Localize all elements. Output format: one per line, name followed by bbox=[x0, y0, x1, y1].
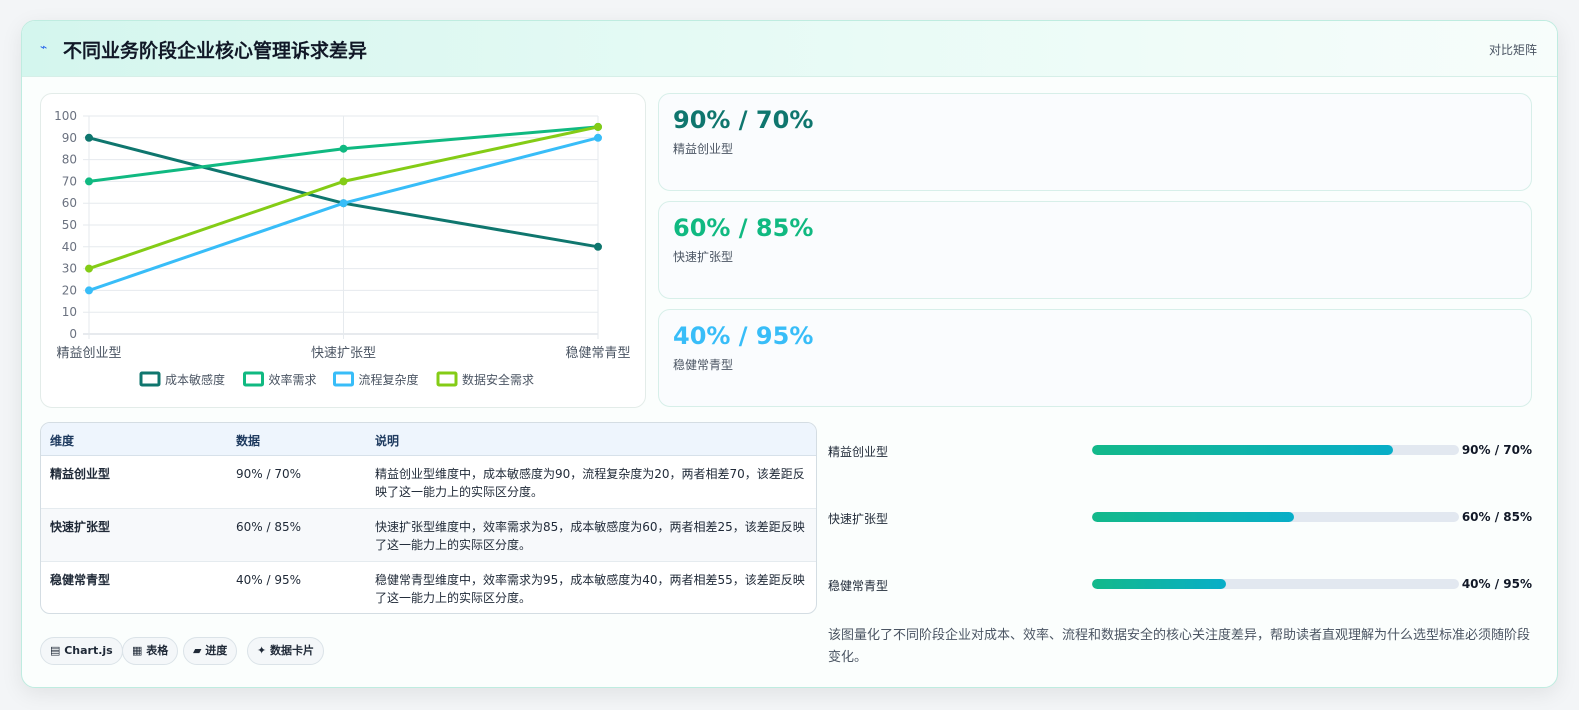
table-cell: 精益创业型维度中，成本敏感度为90，流程复杂度为20，两者相差70，该差距反映了… bbox=[375, 467, 805, 499]
chip-progress[interactable]: ▰ 进度 bbox=[183, 637, 238, 665]
line-chart: 0 10 20 30 40 50 60 70 80 90 100 精益创业型 快速扩张型 稳健常青型成本敏… bbox=[40, 93, 646, 408]
progress-value: 40% / 95% bbox=[1461, 577, 1532, 591]
data-point bbox=[594, 133, 602, 142]
progress-label: 精益创业型 bbox=[828, 445, 889, 459]
progress-value: 60% / 85% bbox=[1461, 510, 1532, 524]
stat-label: 稳健常青型 bbox=[673, 358, 734, 372]
y-tick-label: 20 bbox=[62, 283, 77, 297]
progress-track bbox=[1092, 445, 1459, 455]
y-tick-label: 30 bbox=[62, 262, 77, 276]
x-tick-label: 精益创业型 bbox=[56, 346, 121, 361]
matrix-card: ⌁ 不同业务阶段企业核心管理诉求差异 对比矩阵 0 10 20 30 40 50 60 70 8… bbox=[21, 20, 1558, 688]
progress-row: 稳健常青型 40% / 95% bbox=[828, 575, 1532, 595]
legend-swatch bbox=[333, 371, 354, 387]
x-tick-label: 稳健常青型 bbox=[565, 345, 630, 361]
chip-chartjs[interactable]: ▤ Chart.js bbox=[40, 637, 123, 665]
data-point bbox=[85, 177, 93, 186]
progress-row: 精益创业型 90% / 70% bbox=[828, 441, 1532, 461]
matrix-tag: 对比矩阵 bbox=[1488, 43, 1537, 57]
table-cell: 精益创业型 bbox=[50, 467, 111, 481]
data-point bbox=[594, 122, 602, 131]
data-point bbox=[339, 144, 348, 153]
stat-card: 40% / 95% 稳健常青型 bbox=[658, 309, 1532, 407]
y-tick-label: 80 bbox=[62, 153, 77, 167]
progress-track bbox=[1092, 512, 1459, 522]
legend-swatch bbox=[243, 371, 264, 387]
table-header: 维度 数据 说明 bbox=[41, 423, 816, 456]
y-tick-label: 0 bbox=[69, 327, 77, 341]
data-table: 维度 数据 说明 精益创业型 90% / 70% 精益创业型维度中，成本敏感度为… bbox=[40, 422, 817, 614]
data-point bbox=[85, 133, 93, 142]
chip-table[interactable]: ▦ 表格 bbox=[122, 637, 179, 665]
x-tick-label: 快速扩张型 bbox=[311, 346, 376, 361]
table-cell: 稳健常青型 bbox=[50, 573, 111, 587]
progress-label: 稳健常青型 bbox=[828, 579, 889, 593]
legend-label: 效率需求 bbox=[269, 372, 317, 387]
table-row: 稳健常青型 40% / 95% 稳健常青型维度中，效率需求为95，成本敏感度为4… bbox=[41, 562, 816, 613]
chart-canvas: 0 10 20 30 40 50 60 70 80 90 100 精益创业型 快速扩张型 稳健常青型成本敏… bbox=[54, 109, 630, 387]
table-cell: 40% / 95% bbox=[236, 573, 302, 587]
y-tick-label: 50 bbox=[62, 218, 77, 232]
table-cell: 60% / 85% bbox=[236, 520, 302, 534]
y-tick-label: 60 bbox=[62, 196, 77, 210]
data-point bbox=[85, 264, 93, 273]
legend-label: 数据安全需求 bbox=[462, 372, 534, 387]
column-header: 说明 bbox=[375, 434, 400, 448]
legend-label: 成本敏感度 bbox=[165, 372, 225, 387]
data-point bbox=[339, 199, 348, 208]
table-row: 快速扩张型 60% / 85% 快速扩张型维度中，效率需求为85，成本敏感度为6… bbox=[41, 509, 816, 562]
legend-label: 流程复杂度 bbox=[359, 372, 419, 387]
y-tick-label: 90 bbox=[62, 131, 77, 145]
progress-label: 快速扩张型 bbox=[828, 512, 889, 526]
progress-value: 90% / 70% bbox=[1461, 443, 1532, 457]
column-header: 维度 bbox=[50, 434, 75, 448]
legend-swatch bbox=[139, 371, 161, 387]
legend-swatch bbox=[436, 371, 458, 387]
progress-track bbox=[1092, 579, 1459, 589]
y-tick-label: 100 bbox=[54, 109, 77, 123]
y-tick-label: 10 bbox=[62, 305, 77, 319]
card-title: 不同业务阶段企业核心管理诉求差异 bbox=[63, 40, 368, 62]
progress-fill bbox=[1092, 445, 1393, 455]
table-row: 精益创业型 90% / 70% 精益创业型维度中，成本敏感度为90，流程复杂度为… bbox=[41, 456, 816, 509]
stat-value: 90% / 70% bbox=[673, 106, 814, 134]
table-cell: 90% / 70% bbox=[236, 467, 302, 481]
stat-value: 60% / 85% bbox=[673, 214, 814, 242]
summary-text: 该图量化了不同阶段企业对成本、效率、流程和数据安全的核心关注度差异，帮助读者直观… bbox=[828, 628, 1531, 665]
progress-fill bbox=[1092, 512, 1294, 522]
y-tick-label: 70 bbox=[62, 174, 77, 188]
stat-value: 40% / 95% bbox=[673, 322, 814, 350]
column-header: 数据 bbox=[236, 434, 261, 448]
bolt-icon: ⌁ bbox=[40, 40, 48, 54]
y-tick-label: 40 bbox=[62, 240, 77, 254]
card-header: ⌁ 不同业务阶段企业核心管理诉求差异 对比矩阵 bbox=[22, 21, 1557, 77]
table-cell: 快速扩张型维度中，效率需求为85，成本敏感度为60，两者相差25，该差距反映了这… bbox=[375, 520, 805, 552]
table-cell: 快速扩张型 bbox=[50, 520, 111, 534]
stat-label: 快速扩张型 bbox=[673, 250, 734, 264]
data-point bbox=[85, 286, 93, 295]
chip-data-cards[interactable]: ✦ 数据卡片 bbox=[247, 637, 325, 665]
table-cell: 稳健常青型维度中，效率需求为95，成本敏感度为40，两者相差55，该差距反映了这… bbox=[375, 573, 805, 605]
data-point bbox=[594, 242, 602, 251]
data-point bbox=[339, 177, 348, 186]
stat-card: 60% / 85% 快速扩张型 bbox=[658, 201, 1532, 299]
stat-card: 90% / 70% 精益创业型 bbox=[658, 93, 1532, 191]
stat-label: 精益创业型 bbox=[673, 142, 734, 156]
progress-row: 快速扩张型 60% / 85% bbox=[828, 508, 1532, 528]
progress-fill bbox=[1092, 579, 1226, 589]
